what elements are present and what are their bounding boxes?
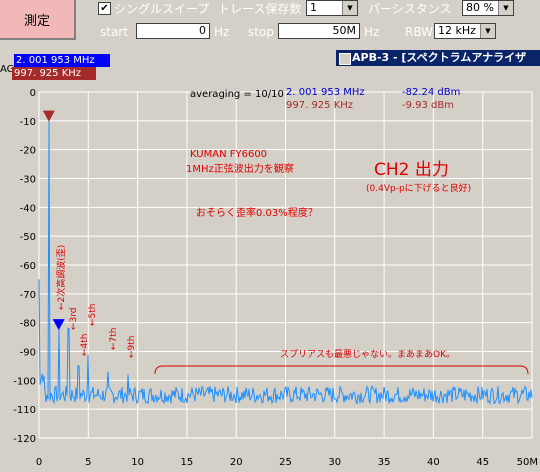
x-tick-label: 0 xyxy=(36,457,42,468)
channel-subnote: (0.4Vp-pに下げると良好) xyxy=(366,182,471,194)
readout-m2-level: -9.93 dBm xyxy=(402,100,454,111)
x-tick-label: 20 xyxy=(230,457,243,468)
x-tick-label: 40 xyxy=(427,457,440,468)
readout-m2-freq: 997. 925 KHz xyxy=(286,100,353,111)
harmonic-7-label: ←7th xyxy=(109,328,119,351)
y-tick-label: -120 xyxy=(13,434,36,445)
spurious-note: スプリアスも最悪じゃない。まあまあOK。 xyxy=(280,349,455,360)
x-tick-label: 35 xyxy=(378,457,391,468)
y-tick-label: -60 xyxy=(20,261,36,272)
y-tick-label: -100 xyxy=(13,376,36,387)
observe-note: 1MHz正弦波出力を観察 xyxy=(186,162,294,175)
y-tick-label: -10 xyxy=(20,117,36,128)
harmonic-4-label: ←4th xyxy=(80,334,90,357)
x-tick-label: 25 xyxy=(279,457,292,468)
readout-m1-freq: 2. 001 953 MHz xyxy=(286,87,365,98)
y-tick-labels: 0 -10 -20 -30 -40 -50 -60 -70 -80 -90 -100 -110 -120 xyxy=(13,88,36,445)
x-tick-label: 15 xyxy=(181,457,194,468)
y-tick-label: -50 xyxy=(20,232,36,243)
spectrum-plot: 0 -10 -20 -30 -40 -50 -60 -70 -80 -90 -100 -110 -120… xyxy=(13,87,538,468)
x-tick-label: 50M xyxy=(517,457,538,468)
y-tick-label: -80 xyxy=(20,319,36,330)
x-tick-label: 30 xyxy=(328,457,341,468)
y-tick-label: -40 xyxy=(20,203,36,214)
averaging-label: averaging = 10/10 xyxy=(190,89,284,100)
harmonic-2-label: ←2次高調波(歪) xyxy=(55,245,67,310)
x-tick-labels: 0 5 10 15 20 25 30 35 40 45 50M xyxy=(36,457,538,468)
harmonic-9-label: ←9th xyxy=(127,336,137,359)
device-note: KUMAN FY6600 xyxy=(190,149,267,160)
harmonic-5-label: ←5th xyxy=(88,304,98,327)
x-tick-label: 45 xyxy=(476,457,489,468)
y-tick-label: -30 xyxy=(20,175,36,186)
harmonic-3-label: ←3rd xyxy=(69,307,79,330)
distortion-note: おそらく歪率0.03%程度？ xyxy=(196,206,318,219)
y-tick-label: -110 xyxy=(13,405,36,416)
x-tick-label: 10 xyxy=(131,457,144,468)
y-tick-label: -20 xyxy=(20,146,36,157)
y-tick-label: -90 xyxy=(20,348,36,359)
x-tick-label: 5 xyxy=(85,457,91,468)
readout-m1-level: -82.24 dBm xyxy=(402,87,460,98)
y-tick-label: -70 xyxy=(20,290,36,301)
channel-note: CH2 出力 xyxy=(374,160,449,180)
y-tick-label: 0 xyxy=(30,88,36,99)
